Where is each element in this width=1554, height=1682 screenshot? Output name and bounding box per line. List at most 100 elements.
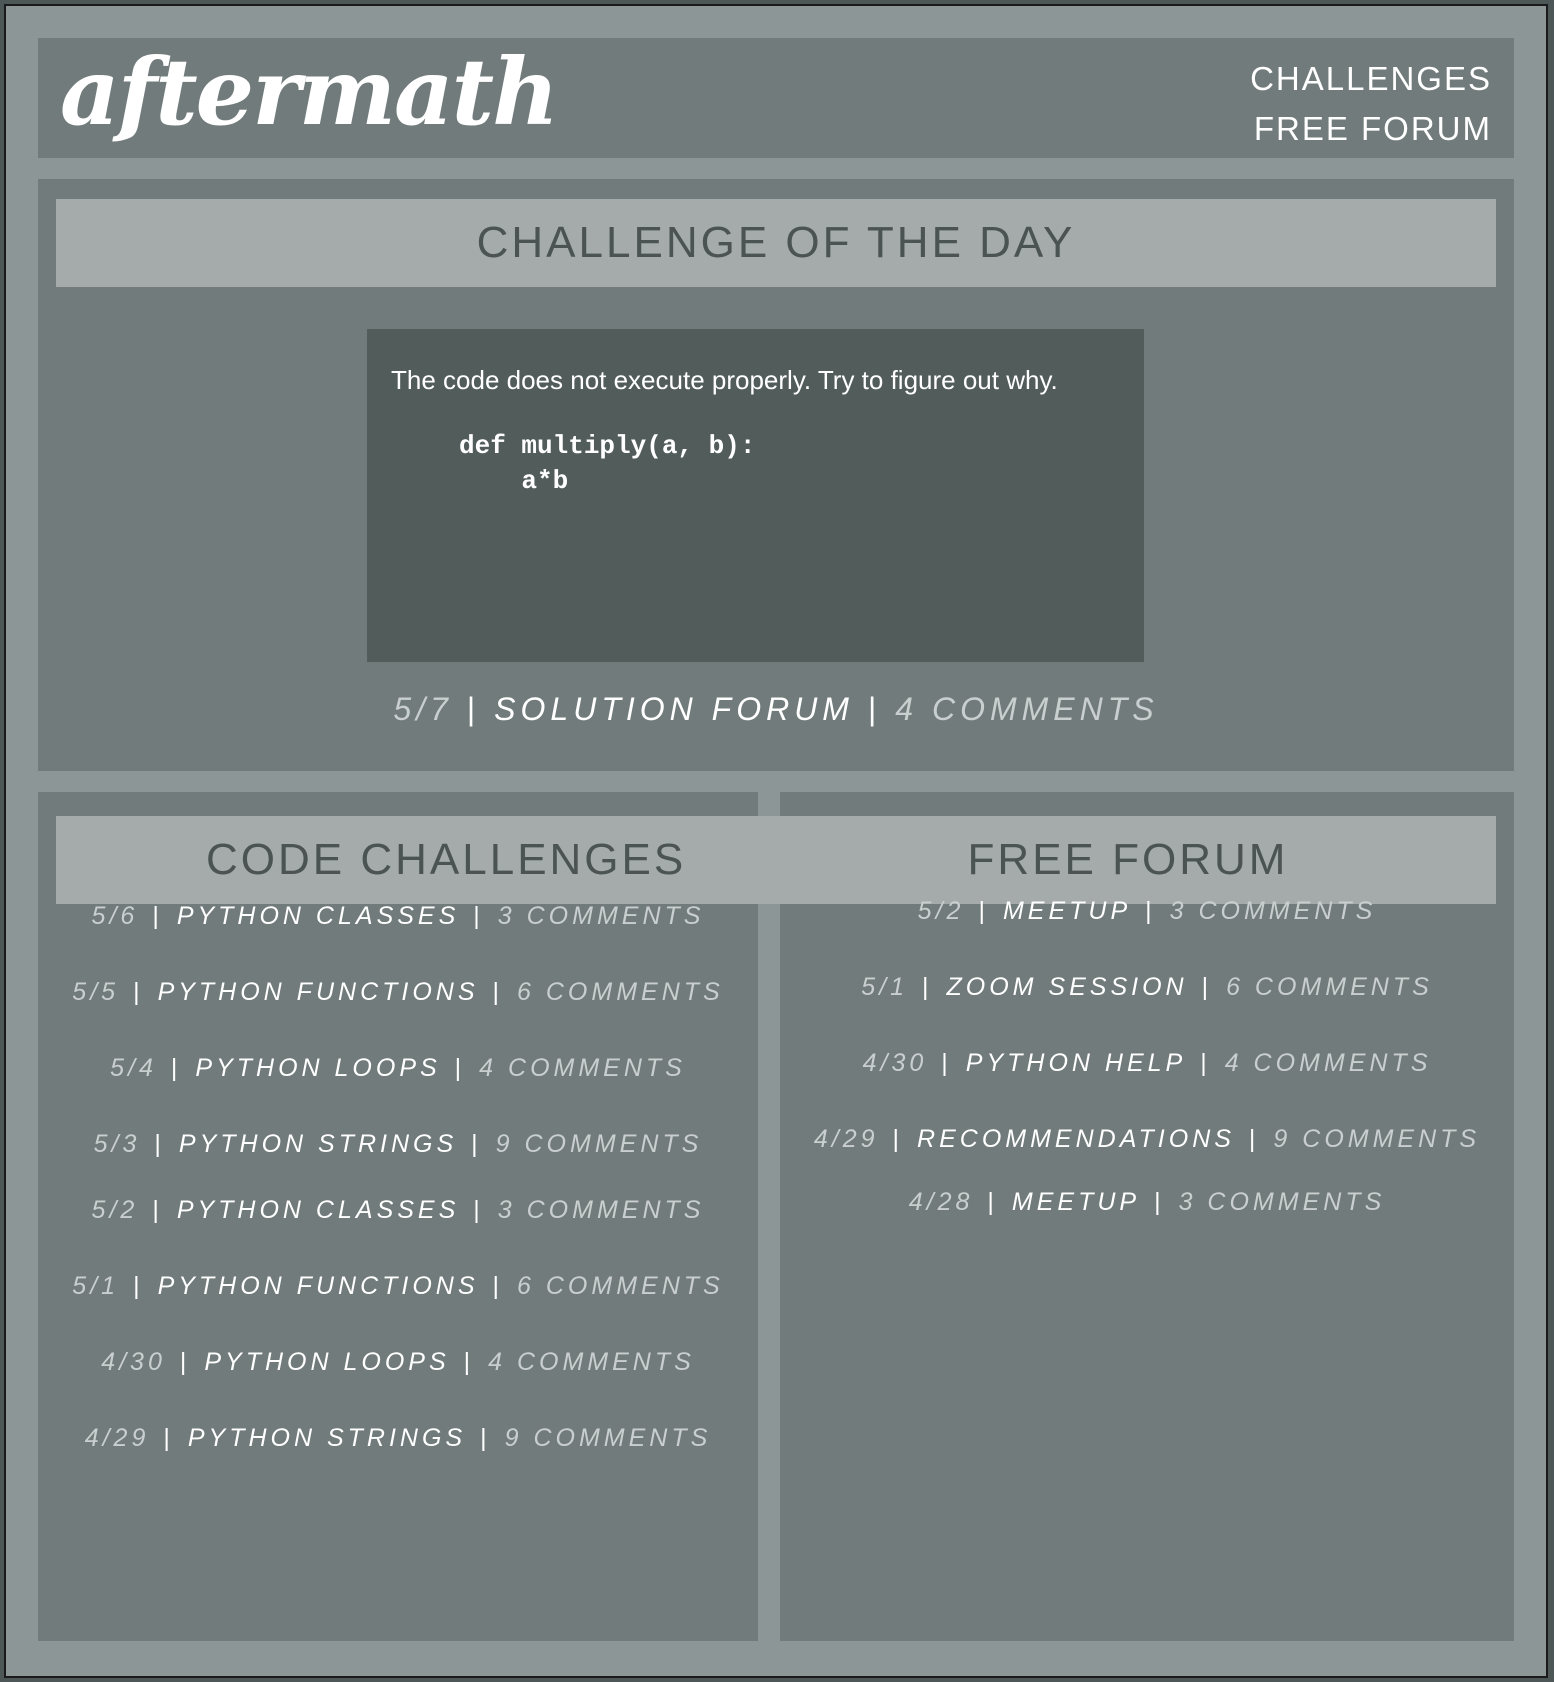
comment-count[interactable]: 9 COMMENTS [505,1424,712,1452]
comment-count[interactable]: 9 COMMENTS [1273,1125,1480,1153]
separator: | [921,973,933,1001]
item-date: 5/3 [93,1130,141,1158]
free-forum-panel: FREE FORUM 5/2 | MEETUP | 3 COMMENTS 5/1 | ZOOM… [760,792,1514,1641]
code-challenge-list-item[interactable]: 5/1 | PYTHON FUNCTIONS | 6 COMMENTS [38,1272,758,1301]
comment-count[interactable]: 4 COMMENTS [1225,1049,1432,1077]
separator: | [987,1188,998,1216]
challenge-code: def multiply(a, b): a*b [459,431,756,496]
item-title[interactable]: PYTHON STRINGS [179,1130,457,1158]
separator: | [152,902,163,930]
challenge-prompt: The code does not execute properly. Try … [391,365,1058,395]
code-challenges-heading: CODE CHALLENGES [56,816,762,904]
separator: | [471,1130,482,1158]
item-title[interactable]: PYTHON HELP [966,1049,1186,1077]
separator: | [480,1424,491,1452]
item-title[interactable]: PYTHON LOOPS [195,1054,440,1082]
comment-count[interactable]: 4 COMMENTS [479,1054,686,1082]
separator: | [867,691,882,727]
code-challenge-list-item[interactable]: 5/4 | PYTHON LOOPS | 4 COMMENTS [38,1054,758,1083]
comment-count[interactable]: 3 COMMENTS [1170,897,1377,925]
item-date: 5/2 [917,897,965,925]
comment-count[interactable]: 9 COMMENTS [496,1130,703,1158]
item-date: 5/5 [72,978,120,1006]
comment-count[interactable]: 6 COMMENTS [517,1272,724,1300]
separator: | [1248,1125,1260,1153]
item-date: 5/6 [91,902,139,930]
separator: | [179,1348,191,1376]
page-inner: aftermath CHALLENGES FREE FORUM CHALLENG… [21,21,1531,1661]
item-date: 5/1 [72,1272,120,1300]
main-nav: CHALLENGES FREE FORUM [1250,54,1492,154]
item-date: 4/30 [862,1049,928,1077]
comment-count[interactable]: 3 COMMENTS [498,1196,705,1224]
code-challenge-list-item[interactable]: 4/29 | PYTHON STRINGS | 9 COMMENTS [38,1424,758,1453]
separator: | [163,1424,174,1452]
forum-post-list-item[interactable]: 5/2 | MEETUP | 3 COMMENTS [780,897,1514,926]
item-title[interactable]: MEETUP [1012,1188,1140,1216]
comment-count[interactable]: 3 COMMENTS [1179,1188,1386,1216]
separator: | [133,978,144,1006]
separator: | [466,691,481,727]
solution-forum-link[interactable]: SOLUTION FORUM [494,691,854,727]
forum-post-list-item[interactable]: 5/1 | ZOOM SESSION | 6 COMMENTS [780,973,1514,1002]
code-box: The code does not execute properly. Try … [367,329,1144,662]
nav-challenges[interactable]: CHALLENGES [1250,54,1492,104]
item-title[interactable]: MEETUP [1003,897,1131,925]
item-date: 5/2 [91,1196,139,1224]
code-challenge-list-item[interactable]: 5/6 | PYTHON CLASSES | 3 COMMENTS [38,902,758,931]
separator: | [1201,973,1213,1001]
challenge-of-the-day-panel: CHALLENGE OF THE DAY The code does not e… [38,179,1514,771]
code-challenge-list-item[interactable]: 5/3 | PYTHON STRINGS | 9 COMMENTS [38,1130,758,1159]
separator: | [133,1272,144,1300]
forum-post-list-item[interactable]: 4/29 | RECOMMENDATIONS | 9 COMMENTS [780,1125,1514,1154]
separator: | [892,1125,904,1153]
comment-count[interactable]: 6 COMMENTS [1226,973,1433,1001]
separator: | [941,1049,952,1077]
item-date: 4/29 [84,1424,150,1452]
page-frame: aftermath CHALLENGES FREE FORUM CHALLENG… [4,4,1548,1678]
separator: | [473,1196,484,1224]
code-challenge-list-item[interactable]: 4/30 | PYTHON LOOPS | 4 COMMENTS [38,1348,758,1377]
separator: | [170,1054,182,1082]
free-forum-heading: FREE FORUM [760,816,1496,904]
item-title[interactable]: ZOOM SESSION [946,973,1187,1001]
comment-count[interactable]: 4 COMMENTS [895,691,1158,727]
challenge-date: 5/7 [393,691,453,727]
site-header: aftermath CHALLENGES FREE FORUM [38,38,1514,158]
comment-count[interactable]: 6 COMMENTS [517,978,724,1006]
item-title[interactable]: PYTHON FUNCTIONS [158,1272,479,1300]
logo[interactable]: aftermath [60,46,559,138]
code-challenge-list-item[interactable]: 5/5 | PYTHON FUNCTIONS | 6 COMMENTS [38,978,758,1007]
comment-count[interactable]: 3 COMMENTS [498,902,705,930]
item-date: 5/4 [110,1054,157,1082]
separator: | [492,1272,504,1300]
separator: | [1200,1049,1211,1077]
separator: | [492,978,504,1006]
item-title[interactable]: PYTHON LOOPS [204,1348,449,1376]
separator: | [463,1348,475,1376]
separator: | [152,1196,163,1224]
forum-post-list-item[interactable]: 4/30 | PYTHON HELP | 4 COMMENTS [780,1049,1514,1078]
separator: | [1154,1188,1165,1216]
item-title[interactable]: PYTHON STRINGS [188,1424,466,1452]
separator: | [1145,897,1156,925]
item-title[interactable]: PYTHON CLASSES [177,902,459,930]
code-challenges-panel: CODE CHALLENGES 5/6 | PYTHON CLASSES | 3 COM… [38,792,762,1641]
separator: | [473,902,484,930]
item-date: 4/29 [813,1125,879,1153]
challenge-meta: 5/7 | SOLUTION FORUM | 4 COMMENTS [38,691,1514,728]
forum-post-list-item[interactable]: 4/28 | MEETUP | 3 COMMENTS [780,1188,1514,1217]
challenge-of-the-day-heading: CHALLENGE OF THE DAY [56,199,1496,287]
separator: | [454,1054,466,1082]
separator: | [978,897,989,925]
separator: | [154,1130,165,1158]
item-title[interactable]: PYTHON CLASSES [177,1196,459,1224]
item-title[interactable]: RECOMMENDATIONS [917,1125,1235,1153]
code-challenge-list-item[interactable]: 5/2 | PYTHON CLASSES | 3 COMMENTS [38,1196,758,1225]
nav-free-forum[interactable]: FREE FORUM [1250,104,1492,154]
item-date: 4/28 [908,1188,974,1216]
item-title[interactable]: PYTHON FUNCTIONS [158,978,479,1006]
item-date: 5/1 [861,973,908,1001]
comment-count[interactable]: 4 COMMENTS [488,1348,695,1376]
item-date: 4/30 [101,1348,166,1376]
